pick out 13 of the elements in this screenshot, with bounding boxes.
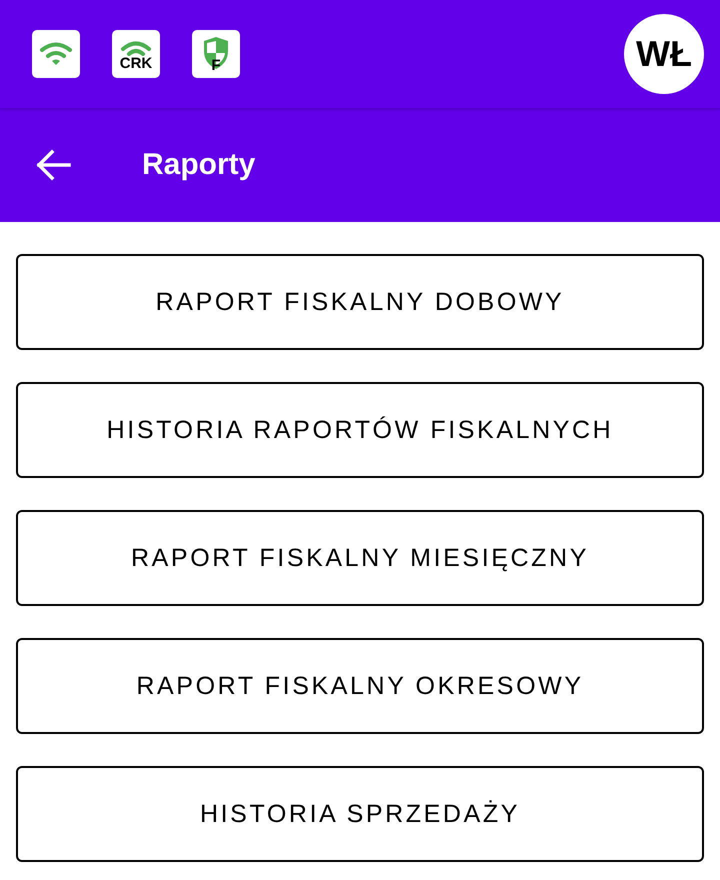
status-tile[interactable]: CRK (112, 30, 160, 78)
wifi-icon (39, 41, 73, 67)
page-title: Raporty (142, 148, 256, 182)
shield-icon (202, 36, 230, 70)
report-button[interactable]: HISTORIA SPRZEDAŻY (16, 766, 704, 862)
report-button[interactable]: HISTORIA RAPORTÓW FISKALNYCH (16, 382, 704, 478)
report-button[interactable]: RAPORT FISKALNY MIESIĘCZNY (16, 510, 704, 606)
user-avatar[interactable]: WŁ (624, 14, 704, 94)
status-label: CRK (120, 56, 152, 70)
report-button[interactable]: RAPORT FISKALNY OKRESOWY (16, 638, 704, 734)
back-button[interactable] (36, 149, 72, 181)
status-tile[interactable] (32, 30, 80, 78)
report-button[interactable]: RAPORT FISKALNY DOBOWY (16, 254, 704, 350)
